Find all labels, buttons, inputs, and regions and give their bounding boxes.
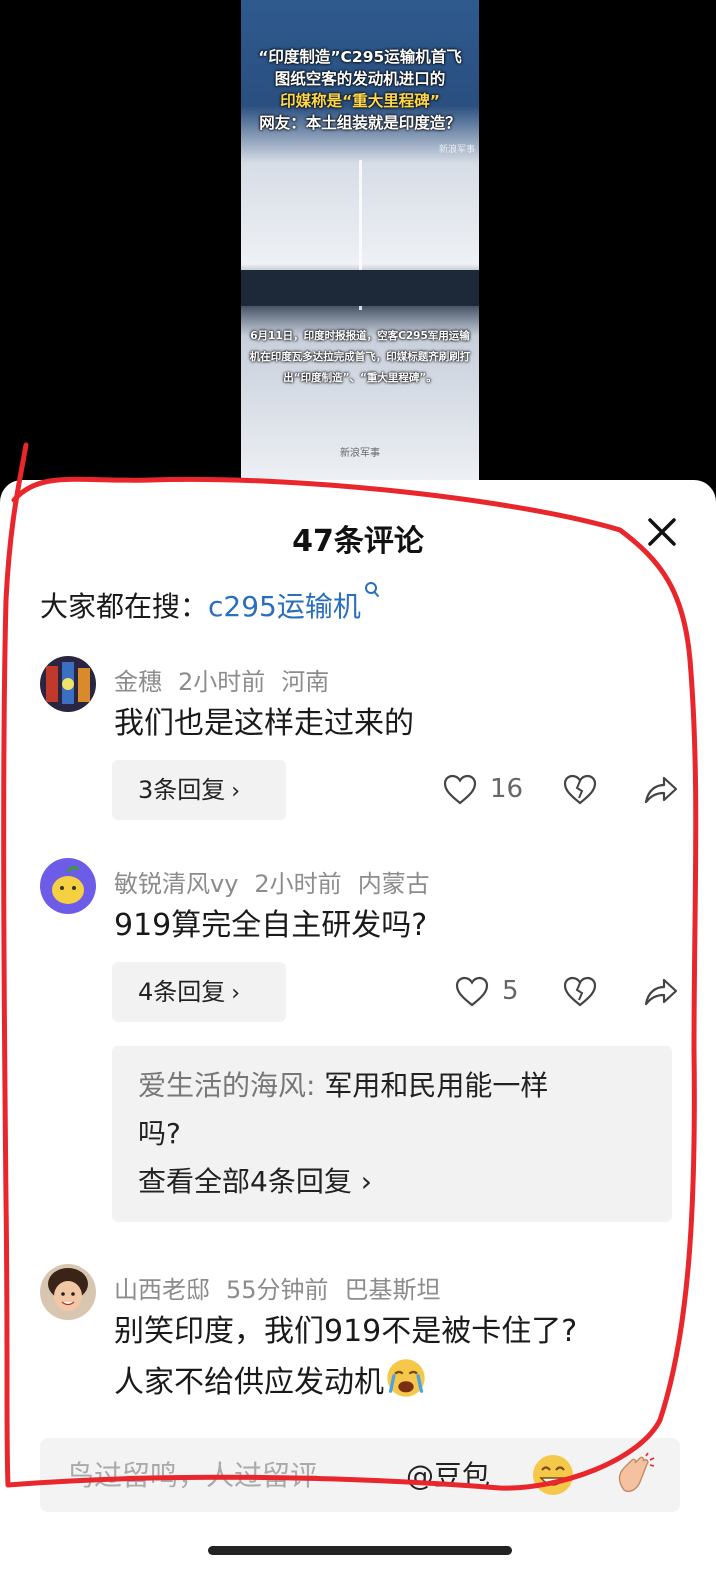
comment-input[interactable]: 鸟过留鸣，人过留评 @豆包 xyxy=(40,1438,680,1512)
video-logo: 新浪军事 xyxy=(340,448,380,459)
comment-text: 我们也是这样走过来的 xyxy=(114,706,414,741)
heart-icon[interactable] xyxy=(454,974,490,1010)
share-arrow-icon[interactable] xyxy=(642,974,678,1010)
comment-meta: 山西老邸 55分钟前 巴基斯坦 xyxy=(114,1270,441,1305)
comment-location: 河南 xyxy=(281,668,330,696)
comment-location: 内蒙古 xyxy=(357,870,430,898)
chevron-right-icon: › xyxy=(231,981,241,1006)
view-all-replies-link[interactable]: 查看全部4条回复 › xyxy=(138,1162,372,1202)
chevron-right-icon: › xyxy=(351,1165,372,1198)
comment-time: 2小时前 xyxy=(178,668,266,696)
comment-sheet: 47条评论 大家都在搜：c295运输机 金穗 2小时前 河南 我们也是这样走过来的 … xyxy=(0,480,716,1571)
search-icon xyxy=(364,582,379,597)
close-button[interactable] xyxy=(640,510,684,554)
reply-preview[interactable]: 爱生活的海风: 军用和民用能一样 吗? 查看全部4条回复 › xyxy=(112,1046,672,1222)
trending-search-label: 大家都在搜： xyxy=(40,590,209,623)
like-count: 16 xyxy=(490,774,524,804)
comment-meta: 敏锐清风vy 2小时前 内蒙古 xyxy=(114,864,430,899)
avatar[interactable] xyxy=(40,1264,96,1320)
close-icon xyxy=(648,518,676,546)
mention-doubao-button[interactable]: @豆包 xyxy=(406,1454,490,1494)
home-indicator xyxy=(208,1546,512,1555)
reply-preview-text: 爱生活的海风: 军用和民用能一样 吗? xyxy=(138,1069,549,1150)
comment-text: 别笑印度，我们919不是被卡住了? 人家不给供应发动机 xyxy=(114,1314,578,1400)
username[interactable]: 山西老邸 xyxy=(114,1276,210,1304)
comment-input-placeholder: 鸟过留鸣，人过留评 xyxy=(66,1459,319,1492)
chevron-right-icon: › xyxy=(231,779,241,804)
comment-location: 巴基斯坦 xyxy=(344,1276,441,1304)
avatar[interactable] xyxy=(40,858,96,914)
avatar[interactable] xyxy=(40,656,96,712)
trending-search-link[interactable]: c295运输机 xyxy=(208,582,381,623)
video-watermark: 新浪军事 xyxy=(438,145,475,155)
like-count: 5 xyxy=(502,976,519,1006)
view-replies-button[interactable]: 4条回复 › xyxy=(112,962,286,1022)
video-headline: “印度制造”C295运输机首飞 图纸空客的发动机进口的 印媒称是“重大里程碑” … xyxy=(258,48,462,132)
share-arrow-icon[interactable] xyxy=(642,772,678,808)
crying-emoji-icon xyxy=(387,1359,425,1397)
username[interactable]: 敏锐清风vy xyxy=(114,870,238,898)
comment-count-title: 47条评论 xyxy=(292,524,424,559)
comment-time: 2小时前 xyxy=(254,870,342,898)
clap-emoji-icon[interactable] xyxy=(610,1452,656,1498)
aircraft-band xyxy=(241,270,479,306)
comment-meta: 金穗 2小时前 河南 xyxy=(114,662,329,697)
reply-username[interactable]: 爱生活的海风 xyxy=(138,1069,306,1102)
trending-search: 大家都在搜：c295运输机 xyxy=(40,580,381,627)
video-player[interactable]: “印度制造”C295运输机首飞 图纸空客的发动机进口的 印媒称是“重大里程碑” … xyxy=(241,0,479,480)
video-caption: 6月11日，印度时报报道，空客C295军用运输机在印度瓦多达拉完成首飞，印媒标题… xyxy=(249,330,471,384)
broken-heart-icon[interactable] xyxy=(562,772,598,808)
view-replies-button[interactable]: 3条回复 › xyxy=(112,760,286,820)
broken-heart-icon[interactable] xyxy=(562,974,598,1010)
heart-icon[interactable] xyxy=(442,772,478,808)
comment-text: 919算完全自主研发吗? xyxy=(114,908,428,943)
username[interactable]: 金穗 xyxy=(114,668,162,696)
comment-time: 55分钟前 xyxy=(226,1276,329,1304)
grin-emoji-icon[interactable] xyxy=(530,1452,576,1498)
